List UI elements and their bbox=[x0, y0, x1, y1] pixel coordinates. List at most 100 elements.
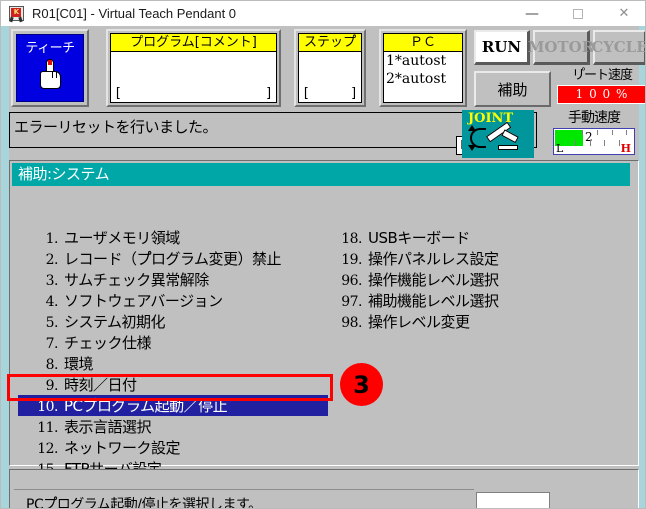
menu-item-number: 18. bbox=[341, 231, 362, 247]
program-comment-header: プログラム[コメント] bbox=[111, 34, 276, 52]
manual-speed-indicator: 手動速度 2 L H bbox=[549, 110, 639, 158]
menu-item[interactable]: 9. 時刻／日付 bbox=[24, 374, 324, 395]
menu-item[interactable]: 96. 操作機能レベル選択 bbox=[328, 269, 628, 290]
menu-item-number: 2. bbox=[45, 252, 59, 268]
cycle-status-button[interactable]: CYCLE bbox=[591, 30, 645, 65]
menu-item-label: 操作レベル変更 bbox=[368, 313, 470, 331]
pc-header: ＰＣ bbox=[384, 34, 462, 52]
motor-status-button[interactable]: MOTOR bbox=[528, 30, 594, 65]
program-open-bracket: [ bbox=[114, 86, 122, 101]
menu-item[interactable]: 8. 環境 bbox=[24, 353, 324, 374]
bottom-status-panel: PCプ゚ログラム起動/停止を選択します。 bbox=[9, 469, 639, 509]
window-title: R01[C01] - Virtual Teach Pendant 0 bbox=[32, 6, 237, 21]
repeat-speed-value: 1 0 0 % bbox=[557, 85, 645, 104]
app-icon: K bbox=[8, 5, 25, 23]
window-controls: — ✕ bbox=[509, 1, 645, 26]
menu-item[interactable]: 12. ネットワーク設定 bbox=[24, 437, 324, 458]
robot-arm-icon bbox=[468, 121, 524, 154]
maximize-button[interactable] bbox=[555, 1, 601, 26]
manual-speed-gauge: 2 L H bbox=[553, 128, 635, 155]
repeat-speed-label: リ゚ート速度 bbox=[571, 68, 633, 83]
page-title: 補助:システム bbox=[12, 163, 630, 186]
run-status-button[interactable]: RUN bbox=[474, 30, 530, 65]
menu-item-label: ユーザメモリ領域 bbox=[64, 229, 180, 247]
menu-item-number: 5. bbox=[45, 315, 59, 331]
menu-item-number: 1. bbox=[45, 231, 59, 247]
menu-item[interactable]: 2. レコード（プ゚ログラム変更）禁止 bbox=[24, 248, 324, 269]
teach-pendant-body: ティーチ プログラム[コメント] [ ] ステップ゚ [] ＰＣ 1*auto… bbox=[1, 26, 645, 509]
joint-mode-tile[interactable]: JOINT bbox=[462, 110, 534, 158]
program-close-bracket: ] bbox=[265, 86, 273, 101]
menu-item-label: 表示言語選択 bbox=[64, 418, 152, 436]
menu-item-label: サムチェック異常解除 bbox=[64, 271, 209, 289]
pc-line-2: 2*autost bbox=[386, 71, 447, 87]
menu-item[interactable]: 5. システム初期化 bbox=[24, 311, 324, 332]
menu-item-number: 98. bbox=[341, 315, 362, 331]
application-window: K R01[C01] - Virtual Teach Pendant 0 — ✕… bbox=[0, 0, 646, 509]
menu-column-left: 1. ユーザメモリ領域 2. レコード（プ゚ログラム変更）禁止 3. サムチェック異常解除… bbox=[18, 227, 328, 479]
menu-item[interactable]: 97. 補助機能レベル選択 bbox=[328, 290, 628, 311]
menu-item-number: 4. bbox=[45, 294, 59, 310]
top-toolbar: ティーチ プログラム[コメント] [ ] ステップ゚ [] ＰＣ 1*auto… bbox=[9, 27, 645, 111]
pc-field[interactable]: ＰＣ 1*autost 2*autost bbox=[379, 29, 467, 107]
menu-item-number: 3. bbox=[45, 273, 59, 289]
menu-item-label: ソフトウェアバージョン bbox=[64, 292, 223, 310]
manual-speed-low-label: L bbox=[556, 142, 564, 155]
step-header: ステップ゚ bbox=[299, 34, 361, 52]
maximize-icon bbox=[573, 8, 583, 19]
pointing-hand-icon bbox=[39, 59, 62, 89]
menu-item-label: 操作パネルレス設定 bbox=[368, 250, 499, 268]
menu-item-label: チェック仕様 bbox=[64, 334, 152, 352]
menu-item-label: 時刻／日付 bbox=[64, 376, 137, 394]
message-text: エラーリセットを行いました。 bbox=[14, 118, 218, 136]
menu-item[interactable]: 7. チェック仕様 bbox=[24, 332, 324, 353]
menu-item-number: 11. bbox=[37, 420, 58, 436]
menu-item-number: 9. bbox=[45, 378, 59, 394]
menu-item-number: 12. bbox=[37, 441, 58, 457]
teach-mode-label: ティーチ bbox=[25, 41, 75, 56]
step-value: [ ] bbox=[302, 87, 358, 101]
bottom-status-message: PCプ゚ログラム起動/停止を選択します。 bbox=[26, 497, 262, 509]
program-comment-field[interactable]: プログラム[コメント] [ ] bbox=[106, 29, 281, 107]
menu-item-label: レコード（プ゚ログラム変更）禁止 bbox=[64, 250, 282, 268]
menu-item-label: 環境 bbox=[64, 355, 94, 373]
annotation-step-badge: 3 bbox=[340, 363, 383, 406]
menu-item[interactable]: 1. ユーザメモリ領域 bbox=[24, 227, 324, 248]
minimize-button[interactable]: — bbox=[509, 1, 555, 26]
menu-item-label: システム初期化 bbox=[64, 313, 166, 331]
menu-item[interactable]: 19. 操作パネルレス設定 bbox=[328, 248, 628, 269]
step-close-bracket: ] bbox=[350, 86, 358, 101]
menu-item-selected[interactable]: 10. PCプ゚ログラム起動／停止 bbox=[18, 395, 328, 416]
menu-item[interactable]: 18. USBキーボード bbox=[328, 227, 628, 248]
menu-item-label: PCプ゚ログラム起動／停止 bbox=[64, 397, 228, 415]
menu-item[interactable]: 98. 操作レベル変更 bbox=[328, 311, 628, 332]
menu-item[interactable]: 11. 表示言語選択 bbox=[24, 416, 324, 437]
menu-item-number: 96. bbox=[341, 273, 362, 289]
menu-item-label: ネットワーク設定 bbox=[64, 439, 181, 457]
menu-item-number: 97. bbox=[341, 294, 362, 310]
menu-item-label: 操作機能レベル選択 bbox=[368, 271, 499, 289]
manual-speed-value: 2 bbox=[585, 130, 593, 144]
menu-column-right: 18. USBキーボード 19. 操作パネルレス設定 96. 操作機能レベル選択 97. 補助… bbox=[328, 227, 628, 332]
teach-mode-button[interactable]: ティーチ bbox=[11, 29, 89, 107]
bottom-divider bbox=[14, 489, 474, 490]
manual-speed-label: 手動速度 bbox=[568, 110, 621, 126]
close-button[interactable]: ✕ bbox=[601, 1, 645, 26]
repeat-speed-indicator: リ゚ート速度 1 0 0 % bbox=[557, 68, 645, 109]
step-field[interactable]: ステップ゚ [ ] bbox=[294, 29, 366, 107]
menu-item-number: 10. bbox=[37, 399, 58, 415]
program-comment-value: [ ] bbox=[114, 87, 273, 101]
left-rail bbox=[1, 26, 9, 508]
menu-item[interactable]: 3. サムチェック異常解除 bbox=[24, 269, 324, 290]
step-open-bracket: [ bbox=[302, 86, 310, 101]
window-titlebar: K R01[C01] - Virtual Teach Pendant 0 — ✕ bbox=[1, 1, 645, 26]
menu-item-number: 7. bbox=[45, 336, 59, 352]
menu-item-label: USBキーボード bbox=[368, 229, 470, 247]
pc-line-1: 1*autost bbox=[386, 53, 447, 69]
menu-item[interactable]: 4. ソフトウェアバージョン bbox=[24, 290, 324, 311]
manual-speed-high-label: H bbox=[620, 142, 631, 155]
main-content-panel: 補助:システム 1. ユーザメモリ領域 2. レコード（プ゚ログラム変更）禁止 3. サム… bbox=[9, 160, 639, 478]
bottom-input-field[interactable] bbox=[476, 492, 550, 508]
menu-item-number: 19. bbox=[341, 252, 362, 268]
aux-button[interactable]: 補助 bbox=[474, 71, 551, 107]
